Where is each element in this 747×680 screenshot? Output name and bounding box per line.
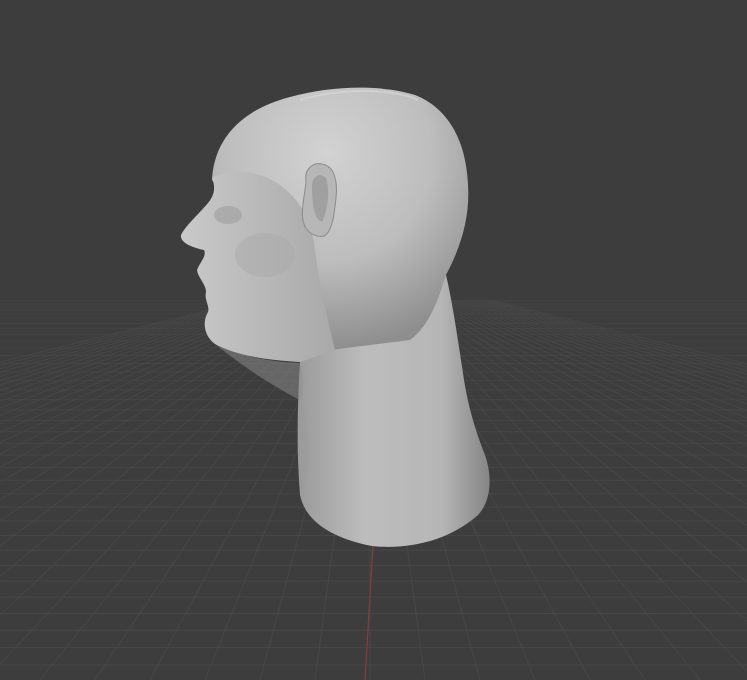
grid-line — [461, 299, 747, 393]
viewport-canvas[interactable] — [0, 0, 747, 680]
grid-line — [485, 299, 747, 368]
3d-viewport[interactable] — [0, 0, 747, 680]
eye-socket — [214, 206, 242, 224]
head-model[interactable] — [180, 87, 490, 547]
grid-line — [449, 299, 747, 412]
cheek-shadow — [235, 233, 295, 277]
